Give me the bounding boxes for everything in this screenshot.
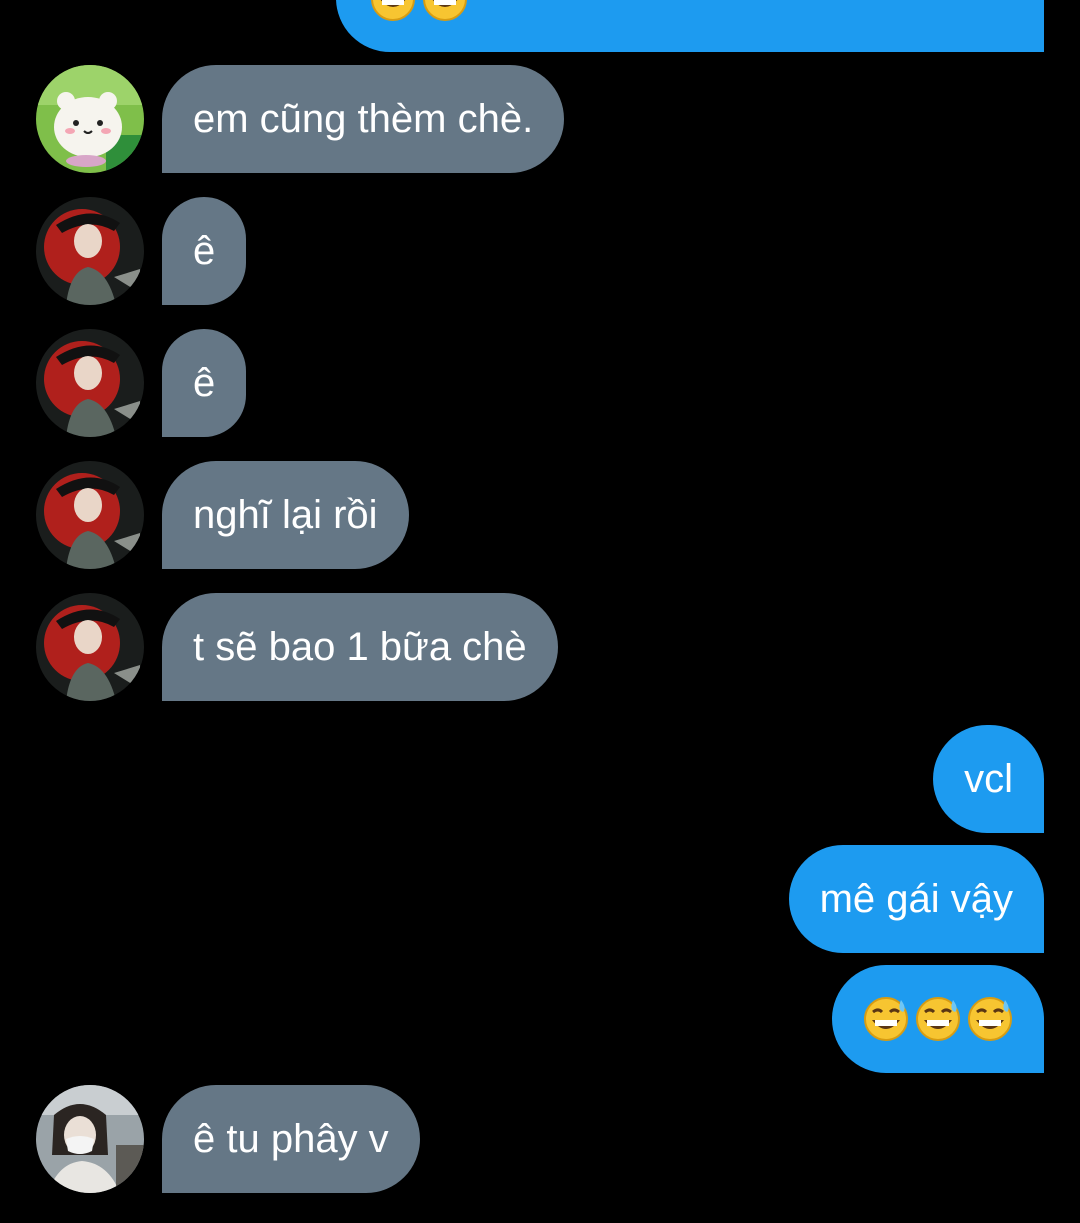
sweat-smile-emoji-row — [863, 996, 1013, 1042]
incoming-message-bubble[interactable]: nghĩ lại rồi — [162, 461, 409, 569]
message-text: em cũng thèm chè. — [193, 96, 534, 141]
bear-mascot-avatar-image — [36, 65, 144, 173]
message-text: nghĩ lại rồi — [193, 492, 378, 537]
outgoing-message-bubble[interactable] — [832, 965, 1044, 1073]
red-hair-girl-avatar-image — [36, 329, 144, 437]
sweat-smile-emoji-icon — [423, 0, 467, 21]
red-hair-girl-avatar-image — [36, 593, 144, 701]
masked-girl-avatar[interactable] — [36, 1085, 144, 1193]
outgoing-message-bubble[interactable]: mê gái vậy — [788, 845, 1044, 953]
incoming-message-bubble[interactable]: em cũng thèm chè. — [162, 65, 565, 173]
red-hair-girl-avatar[interactable] — [36, 593, 144, 701]
bear-mascot-avatar[interactable] — [36, 65, 144, 173]
incoming-message-bubble[interactable]: ê — [162, 197, 247, 305]
message-text: vcl — [964, 756, 1013, 801]
outgoing-message-bubble[interactable]: vcl — [933, 725, 1044, 833]
message-text: ê — [193, 228, 216, 273]
message-text: t sẽ bao 1 bữa chè — [193, 624, 527, 669]
red-hair-girl-avatar-image — [36, 197, 144, 305]
red-hair-girl-avatar[interactable] — [36, 329, 144, 437]
red-hair-girl-avatar-image — [36, 461, 144, 569]
incoming-message-bubble[interactable]: ê tu phây v — [162, 1085, 420, 1193]
sweat-smile-emoji-icon — [968, 997, 1012, 1041]
sweat-smile-emoji-icon — [864, 997, 908, 1041]
sweat-smile-emoji-icon — [371, 0, 415, 21]
red-hair-girl-avatar[interactable] — [36, 197, 144, 305]
incoming-message-bubble[interactable]: ê — [162, 329, 247, 437]
message-text: ê tu phây v — [193, 1116, 389, 1161]
message-text: mê gái vậy — [819, 876, 1013, 921]
masked-girl-avatar-image — [36, 1085, 144, 1193]
red-hair-girl-avatar[interactable] — [36, 461, 144, 569]
sweat-smile-emoji-icon — [916, 997, 960, 1041]
message-text: ê — [193, 360, 216, 405]
outgoing-message-bubble[interactable] — [336, 0, 1044, 52]
incoming-message-bubble[interactable]: t sẽ bao 1 bữa chè — [162, 593, 558, 701]
sweat-smile-emoji-row — [370, 0, 468, 22]
